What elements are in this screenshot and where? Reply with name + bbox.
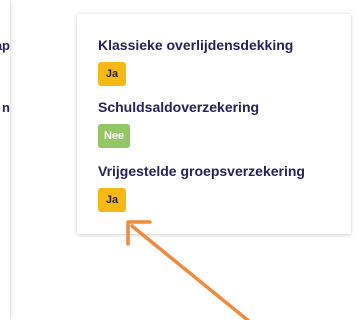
status-badge-yes: Ja bbox=[98, 188, 126, 212]
left-side-panel: ap n bbox=[0, 0, 11, 320]
coverage-item-title: Schuldsaldoverzekering bbox=[98, 99, 260, 115]
coverage-item-title: Klassieke overlijdensdekking bbox=[98, 37, 294, 53]
coverage-item-klassieke-overlijdensdekking: Klassieke overlijdensdekking Ja bbox=[98, 36, 293, 86]
coverage-item-vrijgestelde-groepsverzekering: Vrijgestelde groepsverzekering Ja bbox=[98, 162, 305, 212]
left-panel-text-1: ap bbox=[0, 38, 10, 53]
status-badge-yes: Ja bbox=[98, 62, 126, 86]
coverage-item-schuldsaldoverzekering: Schuldsaldoverzekering Nee bbox=[98, 98, 259, 148]
status-badge-no: Nee bbox=[98, 124, 131, 148]
left-panel-text-2: n bbox=[2, 100, 10, 115]
coverage-card: Klassieke overlijdensdekking Ja Schuldsa… bbox=[77, 14, 351, 234]
screenshot-stage: ap n Klassieke overlijdensdekking Ja Sch… bbox=[0, 0, 358, 320]
coverage-item-title: Vrijgestelde groepsverzekering bbox=[98, 163, 305, 179]
